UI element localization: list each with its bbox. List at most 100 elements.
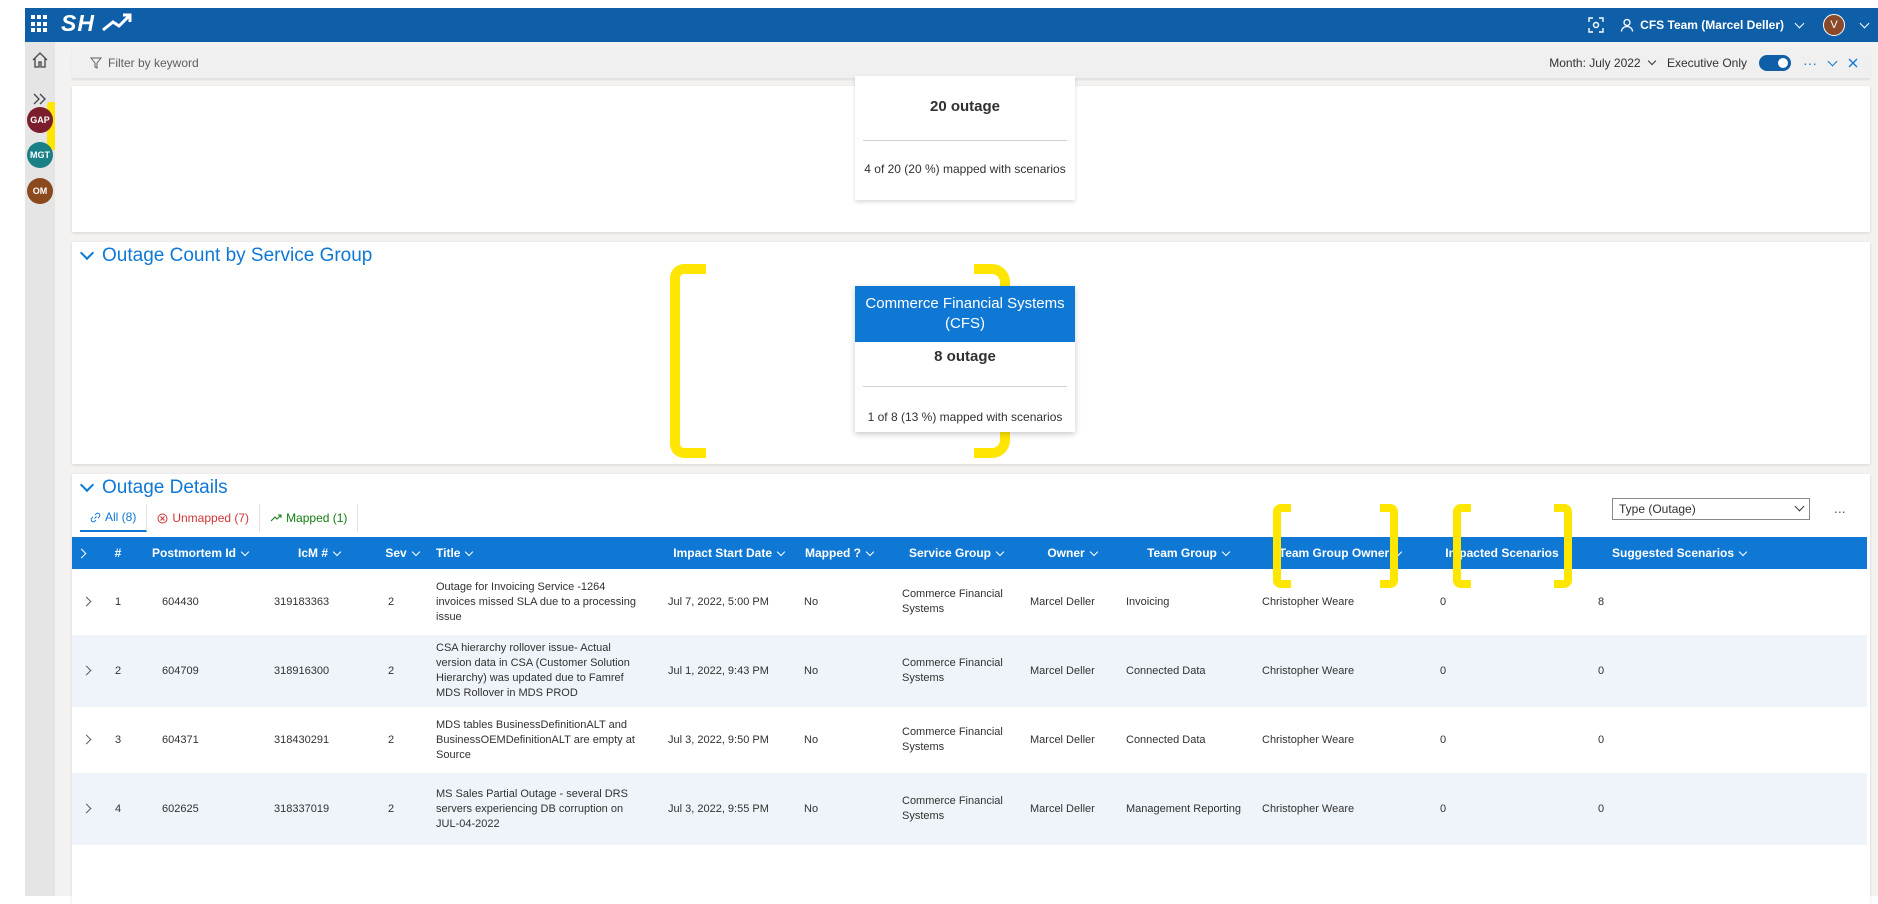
service-group-mapped-text: 1 of 8 (13 %) mapped with scenarios	[867, 410, 1063, 424]
col-header-suggested-scenarios[interactable]: Suggested Scenarios	[1592, 537, 1867, 569]
team-label: CFS Team (Marcel Deller)	[1640, 18, 1784, 32]
icm-link[interactable]: 318430291	[264, 707, 374, 773]
mapped-value: No	[790, 707, 888, 773]
postmortem-id-link[interactable]: 604371	[136, 707, 264, 773]
chevron-down-icon	[79, 245, 95, 261]
user-avatar[interactable]: V	[1823, 14, 1845, 36]
postmortem-id-link[interactable]: 602625	[136, 773, 264, 845]
impact-date: Jul 3, 2022, 9:50 PM	[654, 707, 790, 773]
team-selector[interactable]: CFS Team (Marcel Deller)	[1620, 18, 1807, 32]
col-header-team-group[interactable]: Team Group	[1120, 537, 1256, 569]
service-group-value: Commerce Financial Systems	[888, 569, 1024, 635]
chevron-down-icon	[1221, 547, 1231, 557]
col-header-mapped[interactable]: Mapped ?	[790, 537, 888, 569]
team-group-value: Invoicing	[1120, 569, 1256, 635]
main-content: Filter by keyword Month: July 2022 Execu…	[55, 42, 1878, 904]
chevron-down-icon[interactable]	[1827, 56, 1838, 67]
total-outage-count: 20 outage	[929, 98, 1001, 115]
service-group-outage-count: 8 outage	[934, 348, 996, 365]
suggested-scenarios-value: 0	[1592, 635, 1867, 707]
col-header-impact-date[interactable]: Impact Start Date	[654, 537, 790, 569]
logo-arrow-icon	[102, 13, 132, 32]
owner-value: Marcel Deller	[1024, 635, 1120, 707]
row-number: 4	[100, 773, 136, 845]
rail-item-mgt[interactable]: MGT	[27, 142, 53, 168]
col-header-sev[interactable]: Sev	[374, 537, 430, 569]
col-header-team-group-owner-label: Team Group Owner	[1278, 546, 1390, 560]
col-header-number[interactable]: #	[100, 537, 136, 569]
service-group-card: Outage Count by Service Group Commerce F…	[72, 242, 1870, 464]
row-number: 1	[100, 569, 136, 635]
service-group-tile[interactable]: Commerce Financial Systems (CFS) 8 outag…	[855, 286, 1075, 432]
row-expand-icon[interactable]	[72, 635, 100, 707]
chevron-down-icon	[1647, 56, 1657, 66]
suggested-scenarios-value: 0	[1592, 773, 1867, 845]
summary-card: 20 outage 4 of 20 (20 %) mapped with sce…	[72, 76, 1870, 232]
chevron-down-icon[interactable]	[1859, 18, 1870, 29]
icm-link[interactable]: 319183363	[264, 569, 374, 635]
app-logo[interactable]: SH	[61, 10, 95, 37]
tab-all[interactable]: All (8)	[80, 504, 148, 532]
col-header-title[interactable]: Title	[430, 537, 654, 569]
col-header-postmortem-label: Postmortem Id	[151, 546, 236, 560]
team-group-owner-value: Christopher Weare	[1256, 635, 1424, 707]
table-row[interactable]: 4 602625 318337019 2 MS Sales Partial Ou…	[72, 773, 1867, 845]
tab-mapped[interactable]: Mapped (1)	[260, 504, 359, 532]
col-header-service-group[interactable]: Service Group	[888, 537, 1024, 569]
type-dropdown-value: Type (Outage)	[1619, 502, 1696, 516]
month-selector[interactable]: Month: July 2022	[1549, 56, 1657, 70]
keyword-filter[interactable]: Filter by keyword	[90, 56, 199, 70]
row-expand-icon[interactable]	[72, 569, 100, 635]
table-row[interactable]: 1 604430 319183363 2 Outage for Invoicin…	[72, 569, 1867, 635]
title-text: MDS tables BusinessDefinitionALT and Bus…	[430, 707, 654, 773]
row-expand-icon[interactable]	[72, 707, 100, 773]
row-number: 3	[100, 707, 136, 773]
type-dropdown[interactable]: Type (Outage)	[1612, 498, 1810, 520]
row-expand-icon[interactable]	[72, 773, 100, 845]
service-group-section-header[interactable]: Outage Count by Service Group	[79, 245, 372, 267]
chevron-down-icon	[865, 547, 875, 557]
rail-item-gap[interactable]: GAP	[27, 107, 53, 133]
postmortem-id-link[interactable]: 604709	[136, 635, 264, 707]
table-row[interactable]: 2 604709 318916300 2 CSA hierarchy rollo…	[72, 635, 1867, 707]
chevron-down-icon	[776, 547, 786, 557]
col-header-postmortem[interactable]: Postmortem Id	[136, 537, 264, 569]
rail-item-om[interactable]: OM	[27, 178, 53, 204]
icm-link[interactable]: 318337019	[264, 773, 374, 845]
person-icon	[1621, 18, 1634, 32]
expand-all-header[interactable]	[72, 537, 100, 569]
col-header-icm-label: IcM #	[297, 546, 328, 560]
filter-bar-right: Month: July 2022 Executive Only ···	[1549, 48, 1858, 78]
more-options-icon[interactable]: ...	[1834, 500, 1846, 516]
top-area: SH CFS Team (Marcel Deller) V	[0, 0, 1878, 42]
impacted-scenarios-value: 0	[1424, 773, 1592, 845]
executive-only-toggle[interactable]	[1759, 55, 1791, 71]
keyword-filter-placeholder: Filter by keyword	[108, 56, 199, 70]
col-header-suggested-scenarios-label: Suggested Scenarios	[1612, 546, 1735, 560]
mapped-value: No	[790, 569, 888, 635]
close-icon[interactable]	[1848, 58, 1858, 68]
col-header-owner[interactable]: Owner	[1024, 537, 1120, 569]
tab-unmapped[interactable]: Unmapped (7)	[147, 504, 261, 532]
filter-bar: Filter by keyword Month: July 2022 Execu…	[72, 48, 1870, 79]
impact-date: Jul 3, 2022, 9:55 PM	[654, 773, 790, 845]
sev-value: 2	[374, 635, 430, 707]
tab-unmapped-label: Unmapped (7)	[172, 511, 250, 525]
trend-up-icon	[270, 514, 282, 522]
app-launcher-icon[interactable]	[31, 15, 49, 33]
chevron-down-icon	[1794, 501, 1805, 512]
chevron-down-icon	[332, 547, 342, 557]
total-outage-tile[interactable]: 20 outage 4 of 20 (20 %) mapped with sce…	[855, 76, 1075, 200]
chevron-down-icon	[79, 477, 95, 493]
home-icon[interactable]	[28, 48, 52, 72]
postmortem-id-link[interactable]: 604430	[136, 569, 264, 635]
outage-details-section-header[interactable]: Outage Details	[79, 477, 228, 499]
icm-link[interactable]: 318916300	[264, 635, 374, 707]
focus-mode-icon[interactable]	[1588, 17, 1604, 33]
unmapped-icon	[157, 513, 168, 523]
impact-date: Jul 1, 2022, 9:43 PM	[654, 635, 790, 707]
impacted-scenarios-value: 0	[1424, 707, 1592, 773]
table-row[interactable]: 3 604371 318430291 2 MDS tables Business…	[72, 707, 1867, 773]
col-header-icm[interactable]: IcM #	[264, 537, 374, 569]
more-icon[interactable]: ···	[1803, 55, 1817, 71]
